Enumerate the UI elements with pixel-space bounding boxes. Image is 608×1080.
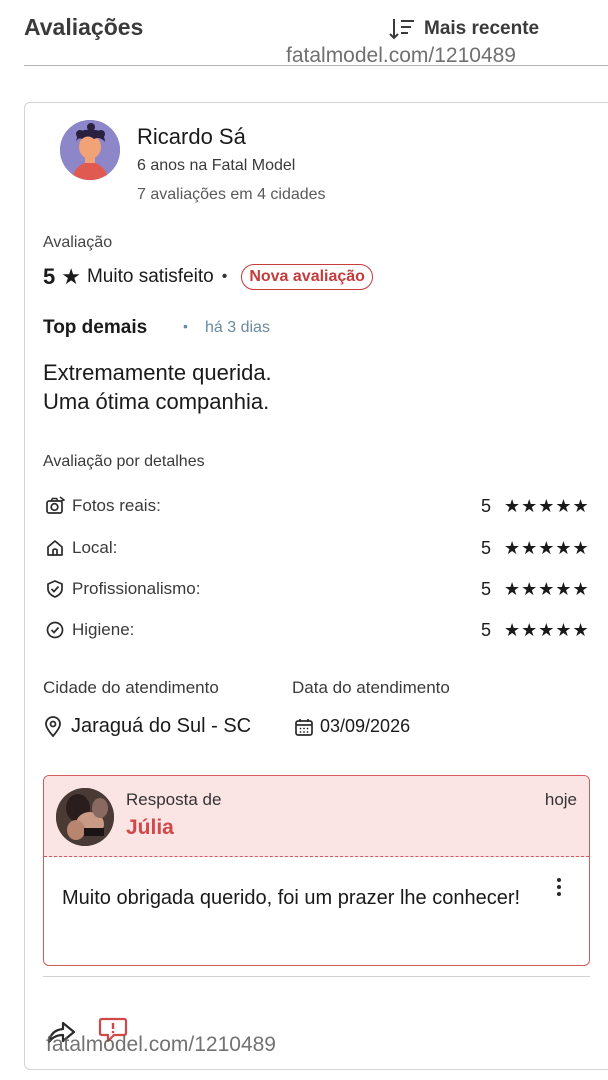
reply-header: Resposta de Júlia hoje [44,776,589,857]
detail-label: Fotos reais: [72,496,161,515]
overall-rating: 5 ★ Muito satisfeito • Nova avaliação [43,262,373,292]
detail-stars: ★★★★★ [504,578,590,599]
details-title: Avaliação por detalhes [43,453,205,470]
owner-reply: Resposta de Júlia hoje Muito obrigada qu… [43,775,590,966]
detail-stars: ★★★★★ [504,495,590,516]
detail-label: Higiene: [72,620,135,639]
detail-stars: ★★★★★ [504,537,590,558]
reviewer-review-count: 7 avaliações em 4 cidades [137,186,326,203]
responder-avatar[interactable] [56,788,114,846]
reviewer-tenure: 6 anos na Fatal Model [137,157,296,174]
date-value: 03/09/2026 [294,716,410,737]
detail-score: 5 [481,495,492,516]
avatar-illustration-icon [60,120,120,180]
review-title: Top demais [43,317,148,338]
location-pin-icon [45,715,61,737]
separator-dot: • [183,318,188,334]
city-label: Cidade do atendimento [43,678,219,697]
responder-name[interactable]: Júlia [126,816,174,840]
rating-score: 5 [43,264,56,289]
review-body-line: Extremamente querida. [43,360,272,385]
detail-stars: ★★★★★ [504,619,590,640]
shield-check-icon [43,577,67,601]
user-avatar[interactable] [60,120,120,180]
detail-label: Local: [72,538,118,557]
detail-row-fotos-reais: Fotos reais: 5 ★★★★★ [43,492,593,520]
reply-from-label: Resposta de [126,790,222,809]
date-label: Data do atendimento [292,678,450,697]
detail-score: 5 [481,619,492,640]
sort-button[interactable]: Mais recente [388,16,539,42]
home-icon [43,536,67,560]
watermark: fatalmodel.com/1210489 [46,1033,276,1056]
reviews-header: Avaliações Mais recente fatalmodel.com/1… [0,0,608,67]
detail-row-local: Local: 5 ★★★★★ [43,534,593,562]
separator-dot: • [221,268,228,285]
camera-icon [43,494,67,518]
reply-time: hoje [544,790,577,809]
header-divider [24,65,608,66]
reviewer-name[interactable]: Ricardo Sá [137,124,246,150]
rating-label: Avaliação [43,234,113,251]
city-text: Jaraguá do Sul - SC [71,715,252,737]
detail-row-higiene: Higiene: 5 ★★★★★ [43,616,593,644]
review-body: Extremamente querida. Uma ótima companhi… [43,358,272,416]
detail-score: 5 [481,578,492,599]
detail-label: Profissionalismo: [72,579,201,598]
rating-text: Muito satisfeito [86,266,214,287]
sort-label: Mais recente [424,18,540,39]
detail-score: 5 [481,537,492,558]
review-time: há 3 dias [205,319,270,336]
page-title: Avaliações [24,14,144,40]
detail-row-profissionalismo: Profissionalismo: 5 ★★★★★ [43,575,593,603]
reply-text: Muito obrigada querido, foi um prazer lh… [62,887,521,909]
star-icon: ★ [61,264,81,289]
date-text: 03/09/2026 [320,716,411,736]
new-review-badge: Nova avaliação [241,264,373,290]
review-body-line: Uma ótima companhia. [43,389,270,414]
calendar-icon [295,718,313,736]
responder-photo-icon [56,788,114,846]
city-value: Jaraguá do Sul - SC [43,715,251,738]
sort-descending-icon [389,19,414,40]
check-circle-icon [43,618,67,642]
more-options-icon[interactable] [553,876,565,898]
footer-divider [43,976,590,977]
